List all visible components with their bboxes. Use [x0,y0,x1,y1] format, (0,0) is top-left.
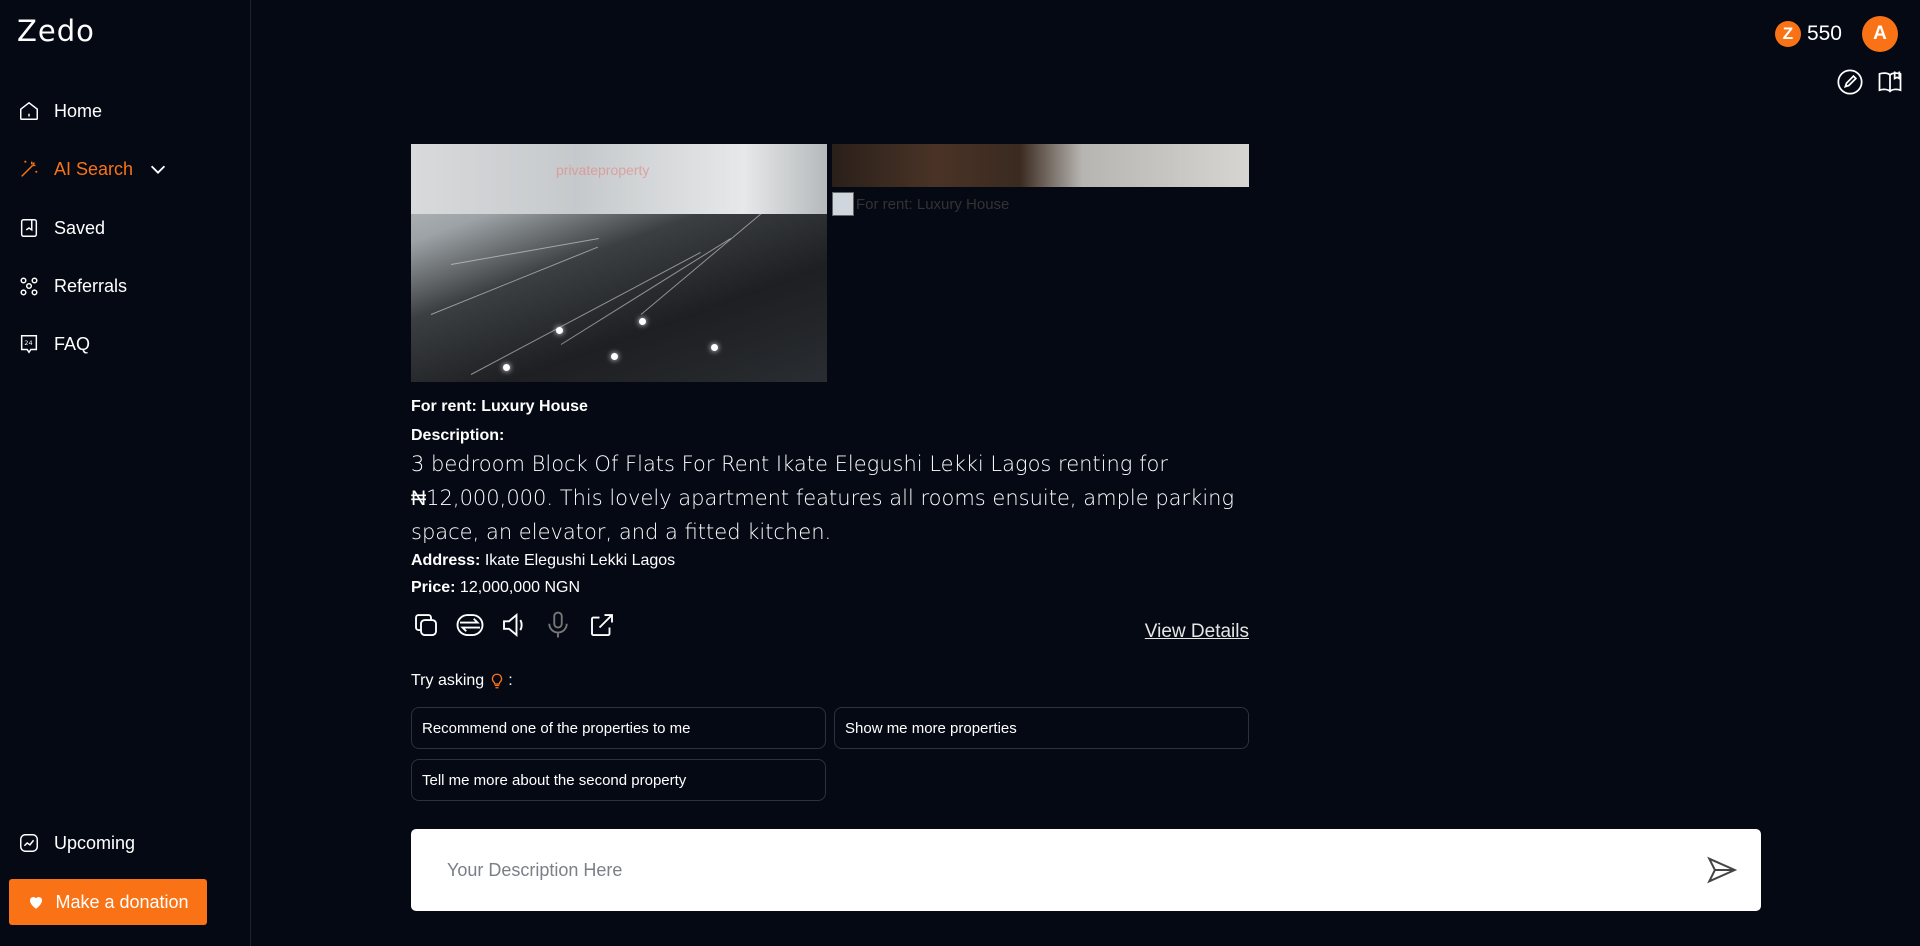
floor-light [503,364,510,371]
broken-image-alt: For rent: Luxury House [856,195,1010,213]
sidebar-item-saved[interactable]: Saved [18,212,105,244]
colon: : [508,672,513,689]
donate-label: Make a donation [55,891,189,912]
home-icon [20,101,38,120]
sidebar-item-label: FAQ [54,333,91,354]
credits-icon: Z [1774,21,1801,47]
price-value: 12,000,000 NGN [459,579,580,596]
response-actions [411,610,617,640]
suggestion-chip[interactable]: Tell me more about the second property [411,759,826,801]
view-details-link[interactable]: View Details [1145,621,1249,643]
sidebar-item-ai-search[interactable]: AI Search [18,153,183,185]
broken-image-icon [832,192,854,216]
property-title: For rent: Luxury House [411,398,588,415]
floor-light [611,353,618,360]
copy-icon[interactable] [411,610,441,640]
sidebar-item-home[interactable]: Home [18,95,102,127]
app-logo[interactable]: Zedo [17,14,95,48]
address-label: Address: [411,552,481,569]
trending-icon [20,834,38,852]
referrals-icon [20,277,38,296]
suggestion-text: Show me more properties [845,719,1017,737]
book-icon[interactable] [1876,68,1904,96]
property-image-2[interactable] [832,144,1249,187]
microphone-icon[interactable] [543,610,573,640]
magic-wand-icon [21,160,38,177]
address-value: Ikate Elegushi Lekki Lagos [484,552,676,569]
price-label: Price: [411,579,456,596]
address-row: Address: Ikate Elegushi Lekki Lagos [411,552,675,570]
floor-vein [640,211,764,315]
donate-button[interactable]: Make a donation [9,879,207,925]
sidebar-item-upcoming[interactable]: Upcoming [18,827,135,859]
image-watermark: privateproperty [556,162,650,178]
avatar[interactable]: A [1862,16,1898,52]
credits-count: 550 [1806,22,1842,45]
regenerate-icon[interactable] [455,610,485,640]
price-row: Price: 12,000,000 NGN [411,579,580,597]
property-image[interactable]: privateproperty [411,144,827,382]
property-description: 3 bedroom Block Of Flats For Rent Ikate … [411,452,1235,544]
sidebar-item-faq[interactable]: 24 FAQ [18,328,90,360]
header-account: Z 550 A [1774,16,1898,52]
svg-text:24: 24 [24,339,32,347]
header-tools [1836,68,1904,96]
try-asking-label: Try asking [411,672,485,689]
sidebar-item-label: Referrals [54,275,128,296]
suggestion-text: Recommend one of the properties to me [422,719,691,737]
new-chat-icon[interactable] [1836,68,1864,96]
suggestion-text: Tell me more about the second property [422,771,687,789]
floor-light [639,318,646,325]
floor-vein [450,237,599,265]
try-asking: Try asking : [411,672,513,690]
speaker-icon[interactable] [499,610,529,640]
sidebar-item-label: AI Search [54,158,134,179]
sidebar: Zedo Home AI Search Saved Referrals 24 F… [0,0,251,946]
suggestion-chip[interactable]: Recommend one of the properties to me [411,707,826,749]
chat-input-container [411,829,1761,911]
floor-light [556,327,563,334]
suggestion-chip[interactable]: Show me more properties [834,707,1249,749]
image-wall [411,144,827,214]
description-label: Description: [411,427,505,444]
floor-vein [430,246,599,315]
lightbulb-icon [492,673,503,689]
heart-icon [30,896,43,909]
chevron-down-icon[interactable] [147,158,169,180]
sidebar-item-label: Home [54,100,103,121]
faq-icon: 24 [20,335,38,354]
external-link-icon[interactable] [587,610,617,640]
sidebar-item-label: Saved [54,217,106,238]
sidebar-item-referrals[interactable]: Referrals [18,270,127,302]
floor-light [711,344,718,351]
broken-image: For rent: Luxury House [832,192,1009,216]
bookmark-icon [20,219,38,237]
floor-vein [560,238,731,345]
send-icon[interactable] [1705,853,1739,887]
chat-input[interactable] [447,853,1647,887]
floor-vein [470,251,701,375]
sidebar-item-label: Upcoming [54,832,136,853]
